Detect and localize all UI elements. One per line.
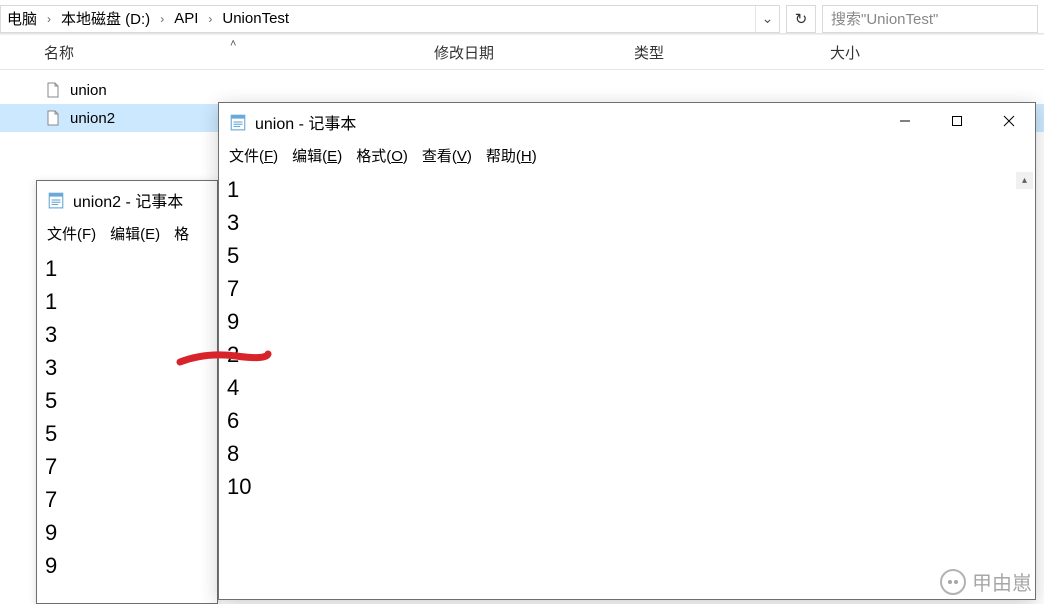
watermark-text: 甲由崽 — [972, 567, 1032, 596]
menu-edit[interactable]: 编辑(E) — [292, 145, 342, 166]
breadcrumb-seg[interactable]: 电脑 — [1, 4, 43, 33]
wechat-icon — [940, 569, 966, 595]
text-line: 4 — [227, 372, 1027, 405]
text-line: 5 — [227, 240, 1027, 273]
sort-indicator-icon: ˄ — [230, 38, 236, 50]
text-line: 3 — [45, 318, 209, 351]
text-line: 1 — [45, 285, 209, 318]
breadcrumb-dropdown[interactable]: ⌄ — [755, 6, 779, 32]
breadcrumb-seg[interactable]: 本地磁盘 (D:) — [55, 4, 156, 33]
text-area[interactable]: ▴ 1 3 5 7 9 2 4 6 8 10 — [219, 172, 1035, 599]
menu-file[interactable]: 文件(F) — [47, 223, 96, 244]
menu-bar: 文件(F) 编辑(E) 格 — [37, 219, 217, 250]
notepad-icon — [47, 191, 65, 209]
window-title: union2 - 记事本 — [73, 188, 183, 212]
text-line: 10 — [227, 471, 1027, 504]
scroll-up-button[interactable]: ▴ — [1016, 172, 1033, 189]
menu-help[interactable]: 帮助(H) — [486, 145, 537, 166]
maximize-button[interactable] — [931, 103, 983, 139]
search-input[interactable]: 搜索"UnionTest" — [822, 5, 1038, 33]
menu-file[interactable]: 文件(F) — [229, 145, 278, 166]
breadcrumb-seg[interactable]: UnionTest — [216, 6, 295, 31]
window-title: union - 记事本 — [255, 110, 356, 134]
menu-view[interactable]: 查看(V) — [422, 145, 472, 166]
text-line: 7 — [45, 450, 209, 483]
breadcrumb[interactable]: 电脑 › 本地磁盘 (D:) › API › UnionTest ⌄ — [0, 5, 780, 33]
text-line: 5 — [45, 384, 209, 417]
text-line: 7 — [227, 273, 1027, 306]
minimize-button[interactable] — [879, 103, 931, 139]
chevron-right-icon: › — [156, 12, 168, 26]
menu-bar: 文件(F) 编辑(E) 格式(O) 查看(V) 帮助(H) — [219, 141, 1035, 172]
watermark: 甲由崽 — [940, 567, 1032, 596]
text-line: 1 — [227, 174, 1027, 207]
menu-format[interactable]: 格式(O) — [356, 145, 408, 166]
text-line: 6 — [227, 405, 1027, 438]
window-controls — [879, 103, 1035, 139]
column-size[interactable]: 大小 — [816, 42, 976, 63]
text-line: 9 — [45, 549, 209, 582]
text-line: 8 — [227, 438, 1027, 471]
file-name: union — [70, 82, 107, 99]
text-line: 1 — [45, 252, 209, 285]
text-line: 5 — [45, 417, 209, 450]
address-bar: 电脑 › 本地磁盘 (D:) › API › UnionTest ⌄ ↻ 搜索"… — [0, 0, 1044, 34]
column-modified[interactable]: 修改日期 — [420, 42, 620, 63]
menu-edit[interactable]: 编辑(E) — [110, 223, 160, 244]
chevron-right-icon: › — [43, 12, 55, 26]
text-line: 9 — [227, 306, 1027, 339]
column-headers: 名称 修改日期 类型 大小 — [0, 34, 1044, 70]
file-icon — [44, 81, 62, 99]
refresh-button[interactable]: ↻ — [786, 5, 816, 33]
menu-format-cut[interactable]: 格 — [174, 223, 189, 244]
text-line: 3 — [45, 351, 209, 384]
breadcrumb-seg[interactable]: API — [168, 6, 204, 31]
title-bar[interactable]: union2 - 记事本 — [37, 181, 217, 219]
text-line: 3 — [227, 207, 1027, 240]
file-row[interactable]: union — [0, 76, 1044, 104]
chevron-right-icon: › — [204, 12, 216, 26]
file-icon — [44, 109, 62, 127]
text-area[interactable]: 1 1 3 3 5 5 7 7 9 9 — [37, 250, 217, 603]
text-line: 2 — [227, 339, 1027, 372]
notepad-window-union: union - 记事本 文件(F) 编辑(E) 格式(O) 查看(V) 帮助(H… — [218, 102, 1036, 600]
text-line: 7 — [45, 483, 209, 516]
notepad-icon — [229, 113, 247, 131]
column-type[interactable]: 类型 — [620, 42, 816, 63]
file-name: union2 — [70, 110, 115, 127]
title-bar[interactable]: union - 记事本 — [219, 103, 1035, 141]
search-placeholder: 搜索"UnionTest" — [831, 8, 938, 29]
column-name[interactable]: 名称 — [0, 42, 420, 63]
notepad-window-union2: union2 - 记事本 文件(F) 编辑(E) 格 1 1 3 3 5 5 7… — [36, 180, 218, 604]
close-button[interactable] — [983, 103, 1035, 139]
text-line: 9 — [45, 516, 209, 549]
